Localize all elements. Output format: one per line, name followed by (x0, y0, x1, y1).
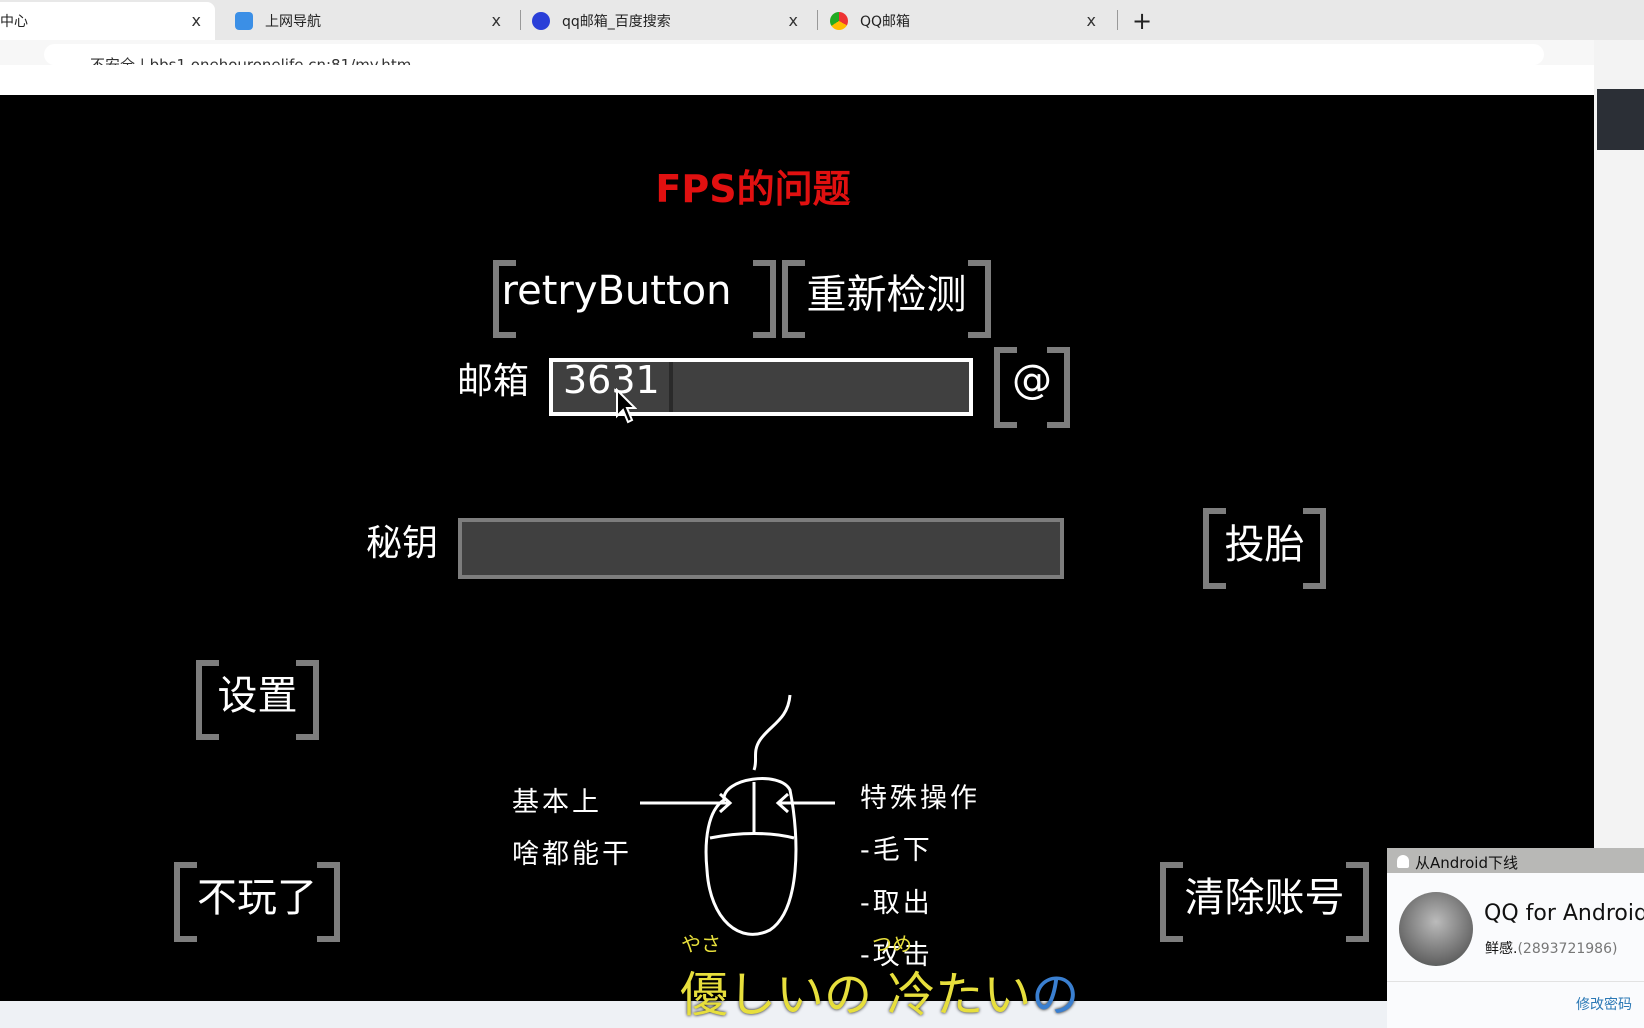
page-title: FPS的问题 (655, 167, 851, 211)
scrollbar-thumb[interactable] (1597, 89, 1644, 150)
mouse-cursor-icon (616, 388, 637, 424)
notification-header-text: 从Android下线 (1415, 854, 1518, 872)
account-name: 鲜感. (1485, 941, 1518, 957)
email-label: 邮箱 (457, 361, 530, 402)
clear-account-button[interactable]: 清除账号 (1160, 862, 1369, 942)
recheck-button[interactable]: 重新检测 (782, 260, 991, 338)
button-label: retryButton (501, 268, 732, 314)
account-number: (2893721986) (1517, 941, 1618, 957)
button-label: 不玩了 (197, 875, 317, 921)
chrome-icon (830, 12, 848, 30)
security-label: 不安全 (90, 56, 136, 65)
notification-account: 鲜感.(2893721986) (1485, 938, 1617, 958)
page-top (0, 65, 1594, 95)
tab-label: QQ邮箱 (860, 14, 911, 30)
settings-button[interactable]: 设置 (196, 660, 319, 740)
button-label: @ (1012, 356, 1052, 403)
email-value: 3631 (563, 358, 660, 402)
reincarnate-button[interactable]: 投胎 (1203, 508, 1326, 589)
mouse-drawing-icon (640, 694, 835, 936)
qq-notification: 从Android下线 QQ for Android 鲜感.(2893721986… (1387, 848, 1644, 1028)
button-label: 清除账号 (1184, 875, 1345, 921)
key-input[interactable] (458, 518, 1064, 579)
diagram-label-right-3: -取出 (860, 888, 933, 919)
subtitle-furigana: やさ (681, 932, 721, 956)
subtitle-line: 優しいの 冷たいの (680, 955, 1079, 1025)
divider (1387, 981, 1644, 982)
side-panel (1594, 40, 1644, 850)
tab-label: 上网导航 (265, 14, 321, 30)
address-bar[interactable]: 不安全 | bbs1.onehouronelife.cn:81/my.htm (44, 44, 1544, 65)
subtitle-part-highlight: の (1031, 967, 1080, 1023)
quit-button[interactable]: 不玩了 (174, 862, 340, 942)
subtitle-part: 冷たい (887, 967, 1032, 1023)
avatar (1399, 892, 1473, 966)
new-tab-button[interactable]: + (1122, 2, 1152, 40)
tab-center[interactable]: 中心 x (0, 2, 215, 40)
close-icon[interactable]: x (789, 11, 798, 30)
divider (520, 10, 521, 30)
tab-baidu[interactable]: qq邮箱_百度搜索 x (522, 2, 812, 40)
notification-header: 从Android下线 (1387, 848, 1644, 873)
tab-label: 中心 (0, 14, 28, 30)
button-label: 投胎 (1224, 521, 1305, 568)
diagram-label-left-2: 啥都能干 (512, 839, 632, 870)
divider (1117, 10, 1118, 30)
divider (817, 10, 818, 30)
notification-title: QQ for Android (1484, 901, 1644, 926)
tab-qqmail[interactable]: QQ邮箱 x (820, 2, 1110, 40)
diagram-label-right-1: 特殊操作 (860, 783, 980, 814)
tab-label: qq邮箱_百度搜索 (562, 14, 671, 30)
tab-nav[interactable]: 上网导航 x (225, 2, 515, 40)
at-button[interactable]: @ (994, 347, 1070, 428)
key-label: 秘钥 (366, 523, 439, 564)
button-label: 设置 (217, 673, 298, 719)
subtitle-part: 優しいの (680, 967, 888, 1023)
baidu-paw-icon (532, 12, 550, 30)
change-password-link[interactable]: 修改密码 (1576, 994, 1632, 1014)
email-input[interactable]: 3631 (549, 358, 973, 416)
close-icon[interactable]: x (1087, 11, 1096, 30)
subtitle-furigana: つめ (872, 932, 912, 956)
button-label: 重新检测 (806, 272, 967, 318)
diagram-label-right-2: -毛下 (860, 835, 933, 866)
shield-icon (235, 12, 253, 30)
url: bbs1.onehouronelife.cn:81/my.htm (149, 56, 412, 65)
diagram-label-left-1: 基本上 (512, 787, 602, 818)
qq-penguin-icon (1397, 855, 1409, 868)
tab-bar: 中心 x 上网导航 x qq邮箱_百度搜索 x QQ邮箱 x + (0, 0, 1644, 40)
text-cursor (669, 362, 673, 412)
close-icon[interactable]: x (192, 11, 201, 30)
close-icon[interactable]: x (492, 11, 501, 30)
address-bar-row: 不安全 | bbs1.onehouronelife.cn:81/my.htm (0, 40, 1644, 65)
retry-button[interactable]: retryButton (493, 260, 776, 338)
